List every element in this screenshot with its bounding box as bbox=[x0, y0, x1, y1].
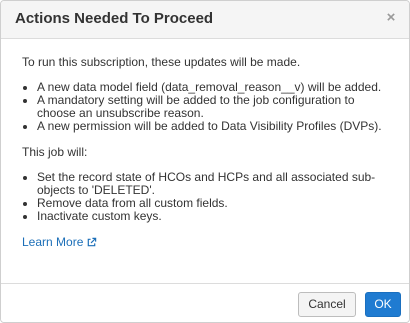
job-will-label: This job will: bbox=[22, 145, 88, 159]
dialog-header: Actions Needed To Proceed × bbox=[1, 1, 409, 39]
close-icon[interactable]: × bbox=[384, 10, 398, 25]
learn-more-link[interactable]: Learn More bbox=[22, 236, 97, 249]
dialog-title: Actions Needed To Proceed bbox=[15, 10, 214, 27]
list-item: Set the record state of HCOs and HCPs an… bbox=[37, 171, 392, 197]
list-item: Inactivate custom keys. bbox=[37, 210, 392, 223]
external-link-icon bbox=[88, 237, 97, 247]
learn-more-label: Learn More bbox=[22, 235, 84, 249]
intro-text: To run this subscription, these updates … bbox=[22, 55, 301, 69]
dialog-footer: Cancel OK bbox=[1, 283, 409, 322]
job-actions-list: Set the record state of HCOs and HCPs an… bbox=[22, 171, 392, 223]
list-item: A mandatory setting will be added to the… bbox=[37, 94, 392, 120]
list-item: A new permission will be added to Data V… bbox=[37, 120, 392, 133]
actions-needed-dialog: Actions Needed To Proceed × To run this … bbox=[0, 0, 410, 323]
dialog-body: To run this subscription, these updates … bbox=[22, 56, 392, 249]
updates-list: A new data model field (data_removal_rea… bbox=[22, 81, 392, 133]
ok-button[interactable]: OK bbox=[365, 292, 401, 317]
cancel-button[interactable]: Cancel bbox=[298, 292, 356, 317]
